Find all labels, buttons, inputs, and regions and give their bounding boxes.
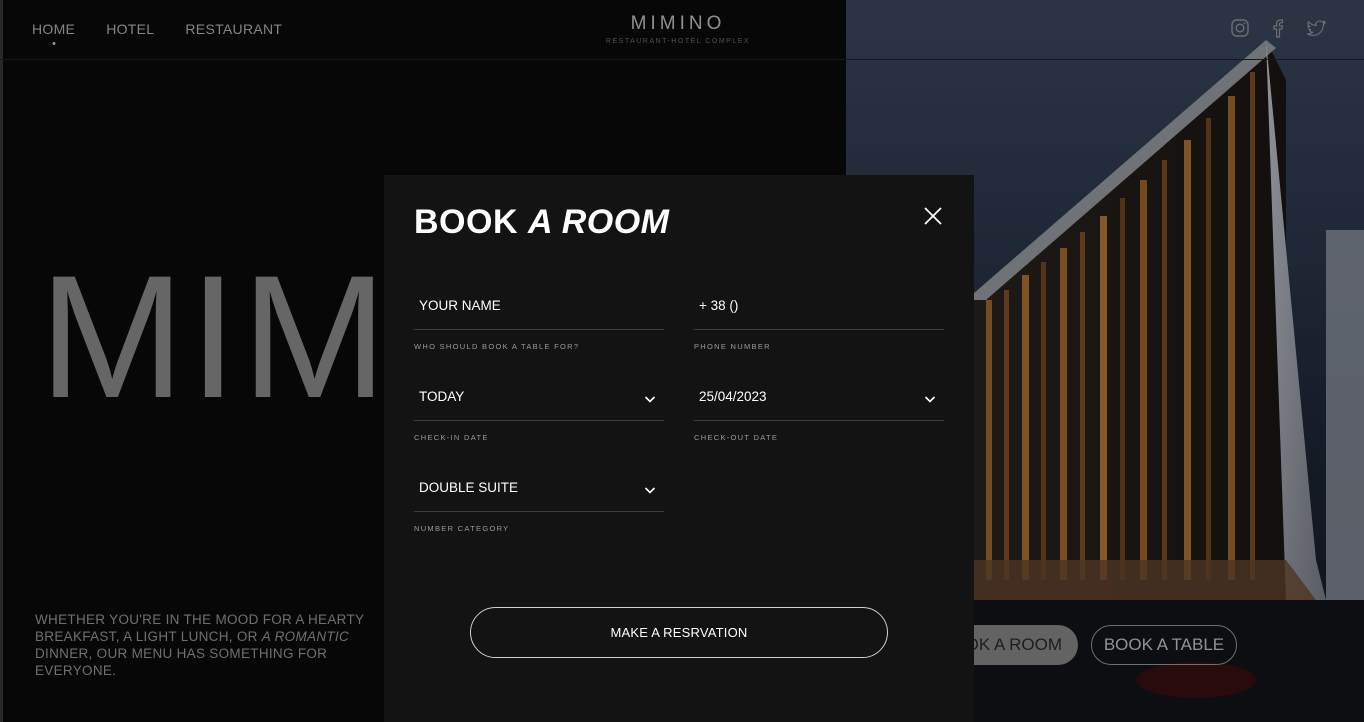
- close-icon[interactable]: [922, 205, 944, 227]
- category-select[interactable]: DOUBLE SUITE: [414, 464, 664, 512]
- phone-field-control: [694, 282, 944, 330]
- modal-title-plain: BOOK: [414, 203, 528, 241]
- name-input[interactable]: [419, 298, 664, 313]
- category-field-group: DOUBLE SUITE NUMBER CATEGORY: [414, 464, 664, 533]
- checkin-hint: CHECK-IN DATE: [414, 433, 489, 442]
- checkout-select[interactable]: 25/04/2023: [694, 373, 944, 421]
- page: MIMI WHETHER YOU'RE IN THE MOOD FOR A HE…: [0, 0, 1364, 722]
- chevron-down-icon: [924, 396, 936, 403]
- make-reservation-button[interactable]: MAKE A RESRVATION: [470, 607, 888, 658]
- name-field-group: WHO SHOULD BOOK A TABLE FOR?: [414, 282, 664, 351]
- modal-title-emph: A ROOM: [527, 203, 670, 241]
- chevron-down-icon: [644, 396, 656, 403]
- phone-field-group: PHONE NUMBER: [694, 282, 944, 351]
- phone-hint: PHONE NUMBER: [694, 342, 771, 351]
- category-value: DOUBLE SUITE: [419, 480, 519, 495]
- checkout-hint: CHECK-OUT DATE: [694, 433, 779, 442]
- category-hint: NUMBER CATEGORY: [414, 524, 510, 533]
- checkin-field-group: TODAY CHECK-IN DATE: [414, 373, 664, 442]
- booking-modal: BOOK A ROOM WHO SHOULD BOOK A TABLE FOR?…: [384, 175, 974, 722]
- name-field-control: [414, 282, 664, 330]
- phone-input[interactable]: [699, 298, 944, 313]
- checkout-value: 25/04/2023: [699, 389, 767, 404]
- checkout-field-group: 25/04/2023 CHECK-OUT DATE: [694, 373, 944, 442]
- checkin-value: TODAY: [419, 389, 465, 404]
- chevron-down-icon: [644, 487, 656, 494]
- checkin-select[interactable]: TODAY: [414, 373, 664, 421]
- name-hint: WHO SHOULD BOOK A TABLE FOR?: [414, 342, 580, 351]
- modal-title: BOOK A ROOM: [414, 203, 669, 242]
